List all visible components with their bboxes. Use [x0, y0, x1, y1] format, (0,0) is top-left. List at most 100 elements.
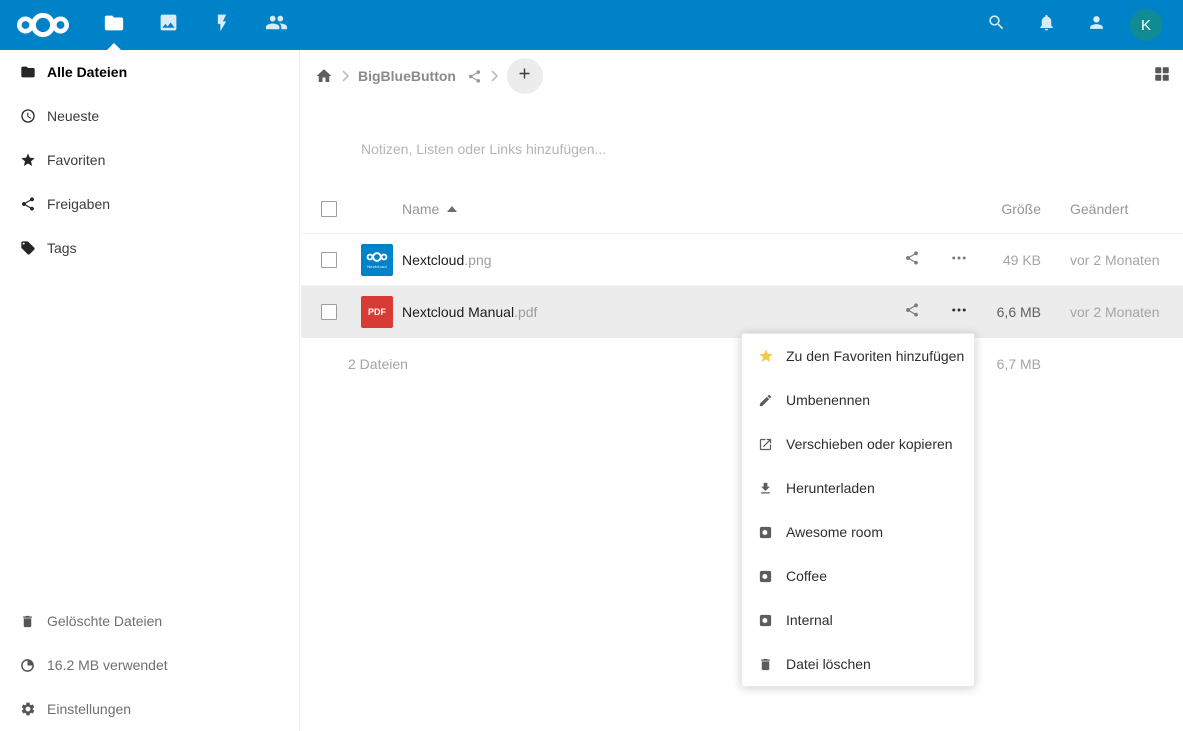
file-list-header: Name Größe Geändert: [301, 184, 1183, 234]
app-files-button[interactable]: [87, 0, 141, 50]
breadcrumb: BigBlueButton: [315, 54, 1171, 98]
pdf-file-icon: PDF: [361, 296, 393, 328]
move-icon: [758, 436, 774, 452]
download-icon: [758, 480, 774, 496]
menu-item-room-internal[interactable]: Internal: [742, 598, 974, 642]
sidebar-bottom: Gelöschte Dateien 16.2 MB verwendet Eins…: [0, 599, 299, 731]
menu-item-add-to-favorites[interactable]: Zu den Favoriten hinzufügen: [742, 334, 974, 378]
trash-icon: [20, 613, 36, 629]
share-icon: [904, 302, 920, 321]
more-actions-button[interactable]: [935, 249, 982, 270]
share-icon: [20, 196, 36, 212]
user-menu[interactable]: K: [1121, 0, 1171, 50]
menu-item-label: Awesome room: [786, 524, 883, 540]
sidebar-item-settings[interactable]: Einstellungen: [0, 687, 299, 731]
row-checkbox[interactable]: [321, 304, 337, 320]
sidebar-item-quota[interactable]: 16.2 MB verwendet: [0, 643, 299, 687]
star-icon: [758, 348, 774, 364]
file-extension: .pdf: [514, 304, 537, 320]
avatar[interactable]: K: [1130, 9, 1162, 41]
share-button[interactable]: [888, 250, 935, 269]
file-modified: vor 2 Monaten: [1041, 304, 1183, 320]
header-bar: K: [0, 0, 1183, 50]
column-header-size[interactable]: Größe: [982, 201, 1041, 217]
thumbnail-label: Nextcloud: [367, 264, 387, 269]
menu-item-label: Verschieben oder kopieren: [786, 436, 953, 452]
clock-icon: [20, 108, 36, 124]
grid-icon: [1153, 65, 1171, 88]
nextcloud-logo[interactable]: [0, 10, 87, 40]
sidebar-item-label: Neueste: [47, 108, 99, 124]
more-icon: [950, 249, 968, 270]
notes-input[interactable]: [361, 134, 781, 164]
quota-icon: [20, 657, 36, 673]
bell-icon: [1037, 13, 1056, 37]
menu-item-rename[interactable]: Umbenennen: [742, 378, 974, 422]
sidebar-item-deleted-files[interactable]: Gelöschte Dateien: [0, 599, 299, 643]
sidebar-item-recent[interactable]: Neueste: [0, 94, 299, 138]
sidebar-item-shares[interactable]: Freigaben: [0, 182, 299, 226]
contacts-menu-button[interactable]: [1071, 0, 1121, 50]
sidebar-item-all-files[interactable]: Alle Dateien: [0, 50, 299, 94]
sidebar-item-label: Einstellungen: [47, 701, 131, 717]
menu-item-label: Internal: [786, 612, 833, 628]
file-size: 49 KB: [982, 252, 1041, 268]
column-header-name[interactable]: Name: [402, 201, 439, 217]
folder-icon: [103, 12, 125, 39]
sidebar-item-tags[interactable]: Tags: [0, 226, 299, 270]
png-thumbnail-icon: Nextcloud: [361, 244, 393, 276]
pdf-label: PDF: [368, 307, 386, 317]
grid-view-toggle[interactable]: [1153, 65, 1171, 88]
app-activity-button[interactable]: [195, 0, 249, 50]
more-actions-button-active[interactable]: [935, 301, 982, 322]
search-icon: [987, 13, 1006, 37]
menu-item-label: Coffee: [786, 568, 827, 584]
gear-icon: [20, 701, 36, 717]
menu-item-label: Datei löschen: [786, 656, 871, 672]
menu-item-delete-file[interactable]: Datei löschen: [742, 642, 974, 686]
new-file-button[interactable]: [507, 58, 543, 94]
file-name[interactable]: Nextcloud Manual: [402, 304, 514, 320]
plus-icon: [516, 65, 533, 87]
breadcrumb-share-icon[interactable]: [467, 69, 482, 84]
home-icon[interactable]: [315, 67, 333, 85]
more-icon: [950, 301, 968, 322]
breadcrumb-current-folder[interactable]: BigBlueButton: [358, 68, 456, 84]
notifications-button[interactable]: [1021, 0, 1071, 50]
file-row-nextcloud-manual-pdf[interactable]: PDF Nextcloud Manual.pdf 6,6 MB vor 2 Mo…: [301, 286, 1183, 338]
file-name[interactable]: Nextcloud: [402, 252, 464, 268]
select-all-checkbox[interactable]: [321, 201, 337, 217]
photos-icon: [158, 12, 179, 38]
menu-item-label: Zu den Favoriten hinzufügen: [786, 348, 964, 364]
file-modified: vor 2 Monaten: [1041, 252, 1183, 268]
sidebar-item-label: Gelöschte Dateien: [47, 613, 162, 629]
file-extension: .png: [464, 252, 491, 268]
activity-icon: [212, 13, 232, 38]
sidebar-item-label: Freigaben: [47, 196, 110, 212]
row-checkbox[interactable]: [321, 252, 337, 268]
menu-item-download[interactable]: Herunterladen: [742, 466, 974, 510]
pencil-icon: [758, 392, 774, 408]
share-icon: [904, 250, 920, 269]
column-header-modified[interactable]: Geändert: [1041, 201, 1183, 217]
sidebar-item-label: Tags: [47, 240, 77, 256]
sidebar: Alle Dateien Neueste Favoriten Freigaben…: [0, 50, 300, 731]
search-button[interactable]: [971, 0, 1021, 50]
file-row-nextcloud-png[interactable]: Nextcloud Nextcloud.png 49 KB vor 2 Mona…: [301, 234, 1183, 286]
app-contacts-button[interactable]: [249, 0, 303, 50]
trash-icon: [758, 656, 774, 672]
menu-item-room-awesome[interactable]: Awesome room: [742, 510, 974, 554]
room-icon: [758, 524, 774, 540]
menu-item-move-or-copy[interactable]: Verschieben oder kopieren: [742, 422, 974, 466]
contacts-icon: [265, 11, 288, 39]
sidebar-item-label: Alle Dateien: [47, 64, 127, 80]
menu-item-label: Umbenennen: [786, 392, 870, 408]
menu-item-room-coffee[interactable]: Coffee: [742, 554, 974, 598]
star-icon: [20, 152, 36, 168]
room-icon: [758, 568, 774, 584]
app-photos-button[interactable]: [141, 0, 195, 50]
share-button[interactable]: [888, 302, 935, 321]
sidebar-item-label: Favoriten: [47, 152, 105, 168]
sidebar-item-favorites[interactable]: Favoriten: [0, 138, 299, 182]
chevron-right-icon: [342, 70, 349, 82]
